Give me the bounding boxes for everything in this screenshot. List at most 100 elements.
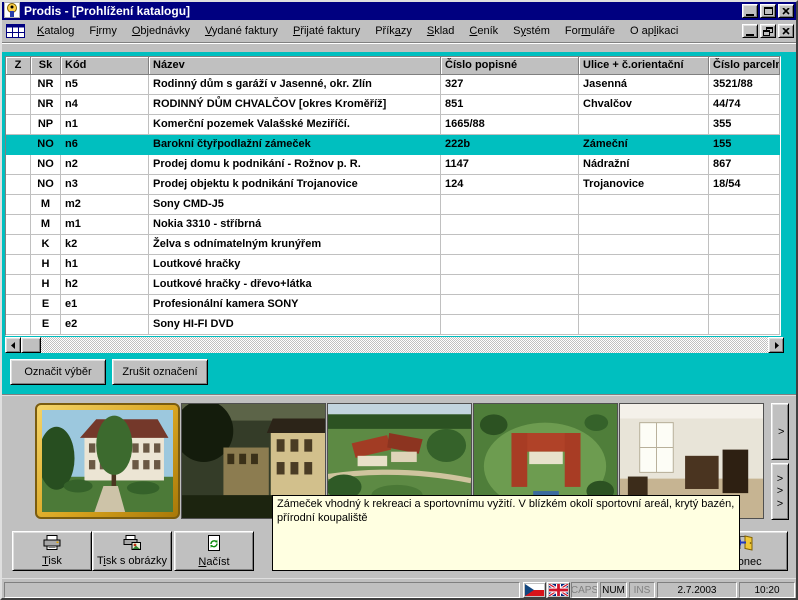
table-cell: 3521/88 (709, 75, 780, 95)
menu-item-objednavky[interactable]: Objednávky (126, 23, 196, 39)
table-row[interactable]: NPn1Komerční pozemek Valašské Meziříčí.1… (6, 115, 780, 135)
table-row[interactable]: Ee1Profesionální kamera SONY (6, 295, 780, 315)
status-time: 10:20 (739, 582, 795, 598)
table-row[interactable]: NRn5Rodinný dům s garáží v Jasenné, okr.… (6, 75, 780, 95)
table-row[interactable]: Kk2Želva s odnímatelným krunýřem (6, 235, 780, 255)
table-row[interactable]: NRn4RODINNÝ DŮM CHVALČOV [okres Kroměříž… (6, 95, 780, 115)
mdi-minimize-button[interactable] (742, 24, 758, 38)
table-cell: Prodej domu k podnikání - Rožnov p. R. (149, 155, 441, 175)
column-header[interactable]: Z (6, 57, 31, 75)
table-row[interactable]: Mm2Sony CMD-J5 (6, 195, 780, 215)
print-with-images-button[interactable]: Tisk s obrázky (92, 531, 172, 571)
clear-selection-button[interactable]: Zrušit označení (112, 359, 208, 385)
table-cell: 327 (441, 75, 579, 95)
table-cell (6, 195, 31, 215)
catalog-grid-icon[interactable] (6, 24, 25, 38)
table-cell (709, 315, 780, 335)
menu-item-o-aplikaci[interactable]: O aplikaci (624, 23, 684, 39)
scroll-left-button[interactable] (5, 337, 21, 353)
title-bar[interactable]: Prodis - [Prohlížení katalogu] (2, 2, 796, 20)
jump-images-button[interactable]: > > > (771, 463, 789, 520)
menu-item-prikazy[interactable]: Příkazy (369, 23, 418, 39)
table-cell (579, 235, 709, 255)
czech-flag-icon[interactable] (523, 582, 546, 598)
table-cell: M (31, 215, 61, 235)
menu-item-cenik[interactable]: Ceník (463, 23, 504, 39)
table-cell (579, 215, 709, 235)
table-cell: Jasenná (579, 75, 709, 95)
table-cell: Sony CMD-J5 (149, 195, 441, 215)
table-cell (6, 155, 31, 175)
table-row[interactable]: Mm1Nokia 3310 - stříbrná (6, 215, 780, 235)
table-row[interactable]: NOn3Prodej objektu k podnikání Trojanovi… (6, 175, 780, 195)
mdi-close-icon (782, 28, 790, 35)
table-row[interactable]: Hh2Loutkové hračky - dřevo+látka (6, 275, 780, 295)
table-cell (579, 275, 709, 295)
column-header[interactable]: Ulice + č.orientační (579, 57, 709, 75)
menu-item-sklad[interactable]: Sklad (421, 23, 461, 39)
next-image-button[interactable]: > (771, 403, 789, 460)
description-tooltip: Zámeček vhodný k rekreaci a sportovnímu … (272, 495, 740, 571)
column-header[interactable]: Číslo parcelní (709, 57, 780, 75)
menu-item-formulare[interactable]: Formuláře (559, 23, 621, 39)
table-cell: NR (31, 95, 61, 115)
mdi-close-button[interactable] (778, 24, 794, 38)
load-button[interactable]: Načíst (174, 531, 254, 571)
table-cell: E (31, 295, 61, 315)
menu-item-firmy[interactable]: Firmy (83, 23, 123, 39)
scrollbar-track[interactable] (41, 337, 768, 353)
menu-bar-items: KatalogFirmyObjednávkyVydané fakturyPřij… (31, 23, 687, 39)
print-label: Tisk (42, 555, 62, 567)
horizontal-scrollbar[interactable] (5, 337, 784, 353)
minimize-button[interactable] (742, 4, 758, 18)
catalog-form: ZSkKódNázevČíslo popisnéUlice + č.orient… (2, 52, 796, 394)
table-cell: 867 (709, 155, 780, 175)
table-cell: NO (31, 135, 61, 155)
menu-item-vydane-faktury[interactable]: Vydané faktury (199, 23, 284, 39)
table-cell: 155 (709, 135, 780, 155)
menu-item-prijate-faktury[interactable]: Přijaté faktury (287, 23, 366, 39)
menu-item-katalog[interactable]: Katalog (31, 23, 80, 39)
table-cell (709, 195, 780, 215)
chateau-front-photo[interactable] (35, 403, 180, 519)
table-row[interactable]: Hh1Loutkové hračky (6, 255, 780, 275)
table-row[interactable]: NOn6Barokní čtyřpodlažní zámeček222bZáme… (6, 135, 780, 155)
menu-item-system[interactable]: Systém (507, 23, 556, 39)
table-cell: 1665/88 (441, 115, 579, 135)
table-header-row: ZSkKódNázevČíslo popisnéUlice + č.orient… (6, 57, 780, 75)
table-cell (579, 255, 709, 275)
table-cell: h1 (61, 255, 149, 275)
table-cell (6, 275, 31, 295)
uk-flag-icon[interactable] (547, 582, 570, 598)
table-cell: e1 (61, 295, 149, 315)
table-cell: 44/74 (709, 95, 780, 115)
table-cell: 18/54 (709, 175, 780, 195)
mark-selection-button[interactable]: Označit výběr (10, 359, 106, 385)
scrollbar-thumb[interactable] (21, 337, 41, 353)
table-cell: Loutkové hračky (149, 255, 441, 275)
table-cell (6, 255, 31, 275)
maximize-button[interactable] (760, 4, 776, 18)
table-cell (441, 275, 579, 295)
print-button[interactable]: Tisk (12, 531, 92, 571)
table-cell: NP (31, 115, 61, 135)
column-header[interactable]: Číslo popisné (441, 57, 579, 75)
table-cell (6, 95, 31, 115)
print-with-images-label: Tisk s obrázky (97, 555, 167, 567)
table-cell: M (31, 195, 61, 215)
scroll-right-button[interactable] (768, 337, 784, 353)
table-cell: NR (31, 75, 61, 95)
column-header[interactable]: Kód (61, 57, 149, 75)
table-cell: n1 (61, 115, 149, 135)
table-row[interactable]: Ee2Sony HI-FI DVD (6, 315, 780, 335)
column-header[interactable]: Sk (31, 57, 61, 75)
table-row[interactable]: NOn2Prodej domu k podnikání - Rožnov p. … (6, 155, 780, 175)
column-header[interactable]: Název (149, 57, 441, 75)
table-cell (6, 295, 31, 315)
table-cell: RODINNÝ DŮM CHVALČOV [okres Kroměříž] (149, 95, 441, 115)
table-cell: H (31, 255, 61, 275)
table-cell (579, 115, 709, 135)
close-button[interactable] (778, 4, 794, 18)
mdi-restore-button[interactable] (760, 24, 776, 38)
num-indicator: NUM (600, 582, 627, 598)
